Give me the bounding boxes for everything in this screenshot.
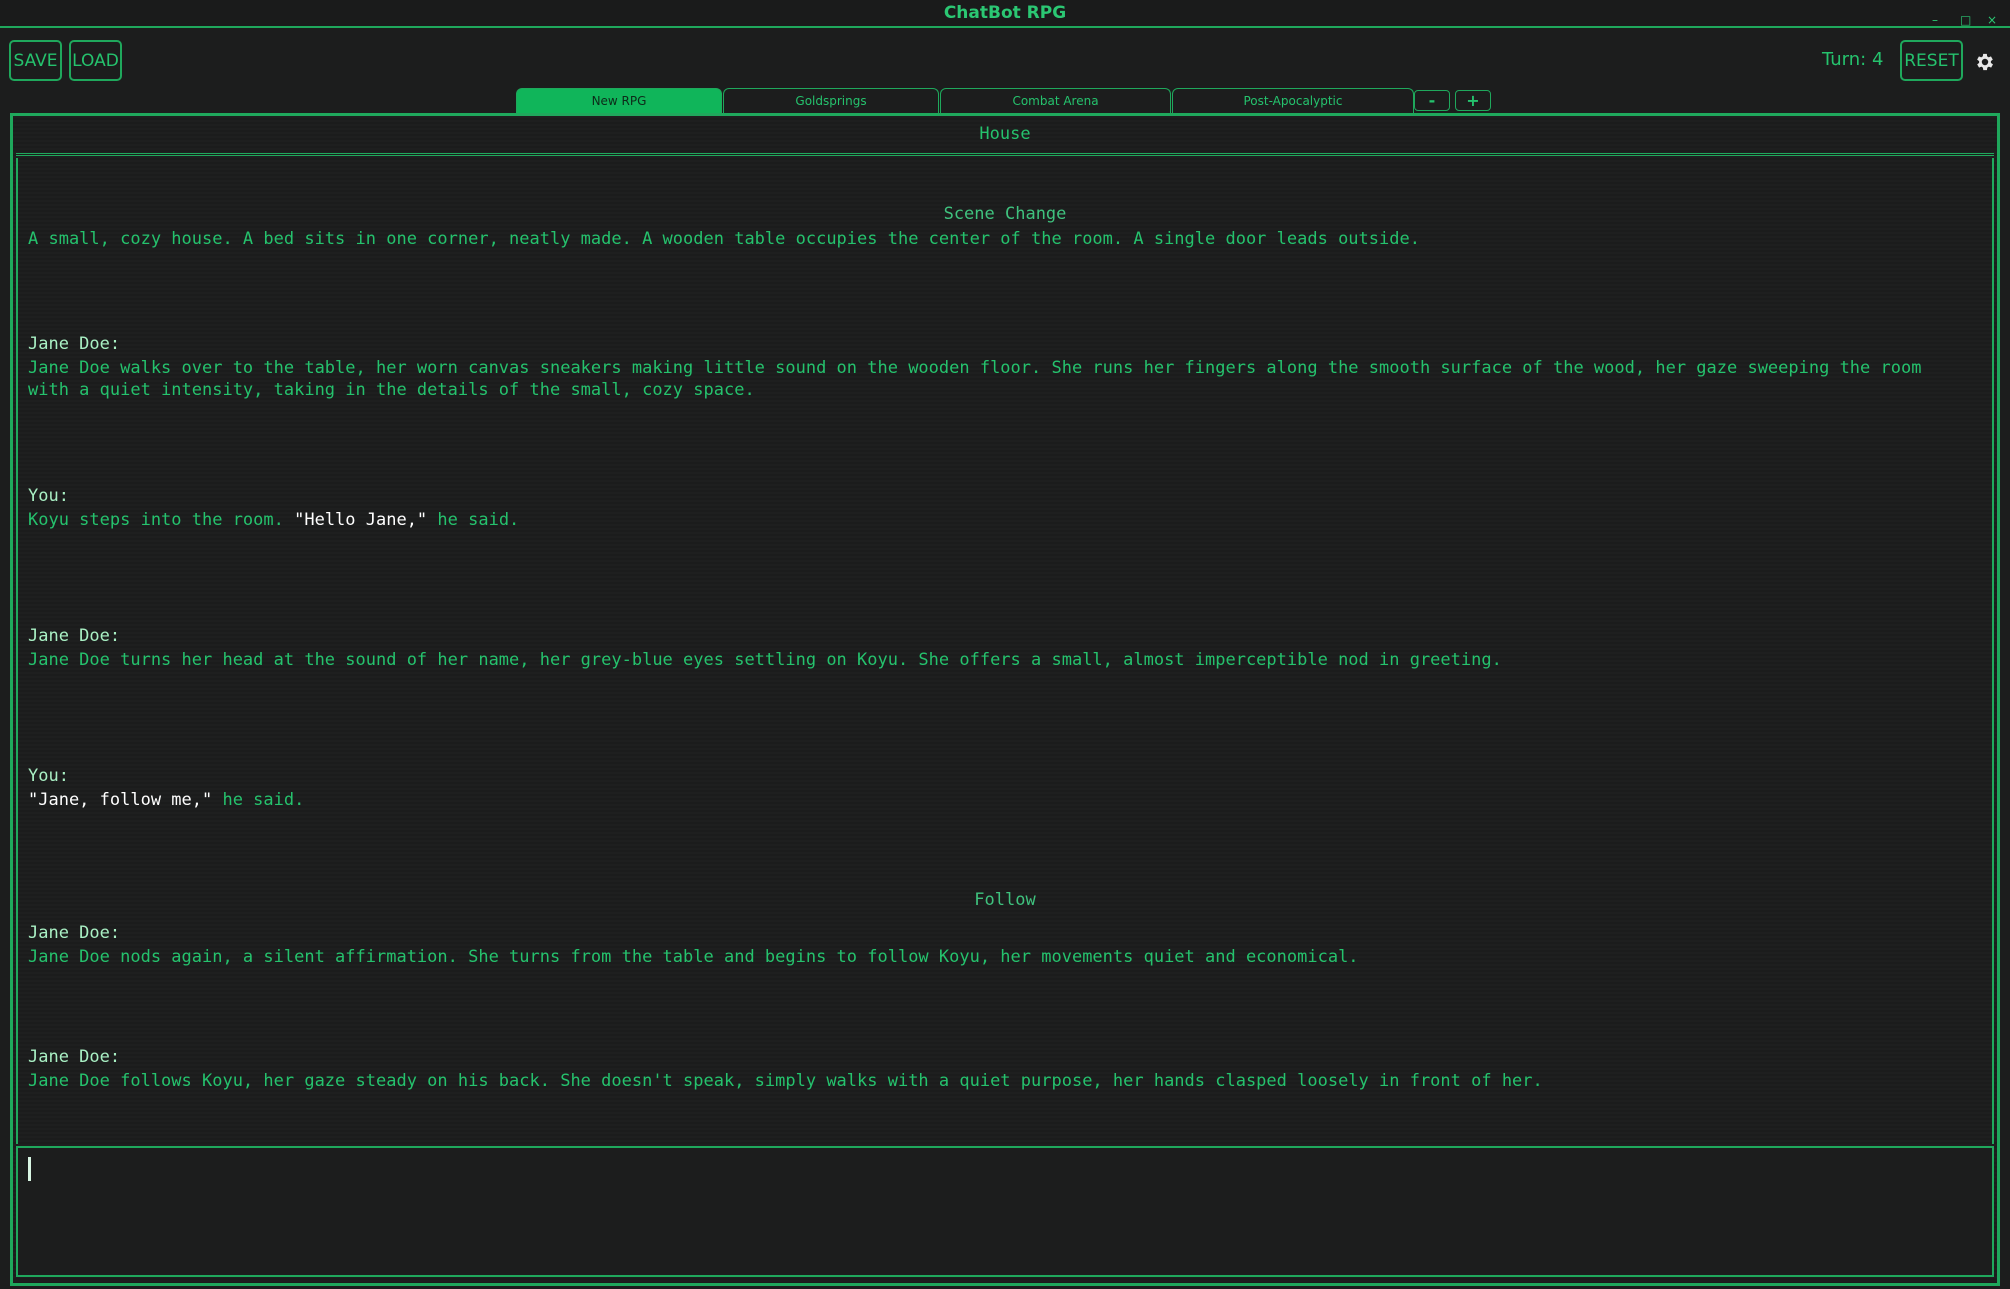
load-button[interactable]: LOAD bbox=[69, 40, 122, 81]
close-button[interactable]: × bbox=[1987, 13, 1997, 27]
message-text: "Jane, follow me," he said. bbox=[28, 789, 1952, 811]
scene-change-heading: Scene Change bbox=[943, 204, 1067, 224]
tab-goldsprings[interactable]: Goldsprings bbox=[723, 88, 939, 113]
gear-icon[interactable] bbox=[1974, 51, 1996, 73]
remove-tab-button[interactable]: - bbox=[1414, 90, 1450, 111]
message-text: Jane Doe walks over to the table, her wo… bbox=[28, 358, 1932, 400]
tab-post-apocalyptic[interactable]: Post-Apocalyptic bbox=[1172, 88, 1414, 113]
text-cursor bbox=[28, 1157, 31, 1181]
message-text: Jane Doe nods again, a silent affirmatio… bbox=[28, 947, 1359, 967]
add-tab-button[interactable]: + bbox=[1455, 90, 1491, 111]
message-speaker: Jane Doe: bbox=[28, 626, 121, 646]
message-quote: "Jane, follow me," bbox=[28, 790, 213, 810]
message-text: Jane Doe follows Koyu, her gaze steady o… bbox=[28, 1071, 1543, 1091]
message-speaker: You: bbox=[28, 486, 69, 506]
message-quote: "Hello Jane," bbox=[294, 510, 428, 530]
message-action: he said. bbox=[427, 510, 520, 530]
chat-log[interactable]: Scene Change A small, cozy house. A bed … bbox=[16, 158, 1994, 1144]
message-text: Koyu steps into the room. "Hello Jane," … bbox=[28, 509, 1952, 531]
scene-change-text: A small, cozy house. A bed sits in one c… bbox=[28, 229, 1420, 249]
message-speaker: You: bbox=[28, 766, 69, 786]
tab-combat-arena[interactable]: Combat Arena bbox=[940, 88, 1171, 113]
message-action: Koyu steps into the room. bbox=[28, 510, 295, 530]
follow-heading: Follow bbox=[974, 890, 1036, 910]
maximize-button[interactable]: □ bbox=[1960, 13, 1971, 27]
message-action: he said. bbox=[212, 790, 305, 810]
save-button[interactable]: SAVE bbox=[9, 40, 62, 81]
message-speaker: Jane Doe: bbox=[28, 334, 121, 354]
location-title: House bbox=[16, 118, 1994, 156]
title-bar: ChatBot RPG – □ × bbox=[0, 0, 2010, 28]
message-speaker: Jane Doe: bbox=[28, 1047, 121, 1067]
app-title: ChatBot RPG bbox=[943, 3, 1067, 23]
tab-new-rpg[interactable]: New RPG bbox=[516, 88, 722, 113]
message-input[interactable] bbox=[16, 1146, 1994, 1277]
turn-counter: Turn: 4 bbox=[1822, 49, 1884, 70]
message-text: Jane Doe turns her head at the sound of … bbox=[28, 650, 1502, 670]
reset-button[interactable]: RESET bbox=[1900, 40, 1963, 81]
message-speaker: Jane Doe: bbox=[28, 923, 121, 943]
minimize-button[interactable]: – bbox=[1932, 13, 1938, 27]
